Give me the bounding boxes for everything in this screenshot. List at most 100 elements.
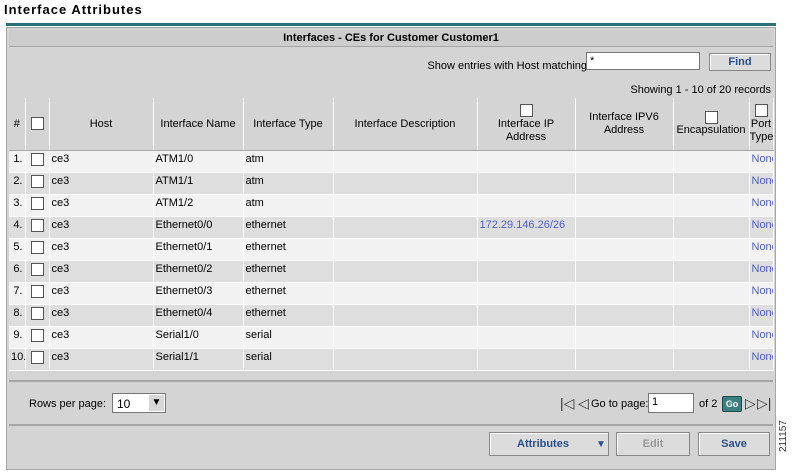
row-port-type[interactable]: None xyxy=(749,326,774,349)
row-checkbox xyxy=(25,194,50,217)
actions-row: Attributes ▼ Edit Save xyxy=(9,424,773,466)
row-interface-description xyxy=(333,150,478,173)
last-page-icon[interactable]: ▷| xyxy=(757,396,771,410)
row-interface-ip xyxy=(477,326,576,349)
filter-row: Show entries with Host matching * Find xyxy=(9,48,773,80)
row-encapsulation xyxy=(673,194,750,217)
previous-page-icon[interactable]: ◁ xyxy=(578,396,589,410)
go-button[interactable]: Go xyxy=(722,396,742,412)
col-header-interface-type[interactable]: Interface Type xyxy=(243,98,334,151)
row-port-type[interactable]: None xyxy=(749,260,774,283)
attributes-button[interactable]: Attributes ▼ xyxy=(489,432,609,456)
row-port-type[interactable]: None xyxy=(749,282,774,305)
row-interface-description xyxy=(333,238,478,261)
row-port-type[interactable]: None xyxy=(749,150,774,173)
table-row: 3. ce3ATM1/2atm None xyxy=(9,194,774,217)
row-interface-type: atm xyxy=(243,172,334,195)
row-interface-ip xyxy=(477,172,576,195)
row-interface-ip xyxy=(477,348,576,371)
table-row: 2. ce3ATM1/1atm None xyxy=(9,172,774,195)
row-interface-ipv6 xyxy=(575,150,674,173)
row-select-checkbox[interactable] xyxy=(30,175,44,188)
row-interface-name: Ethernet0/1 xyxy=(153,238,244,261)
row-select-checkbox[interactable] xyxy=(30,197,44,210)
row-select-checkbox[interactable] xyxy=(30,153,44,166)
row-select-checkbox[interactable] xyxy=(30,263,44,276)
row-interface-description xyxy=(333,304,478,327)
row-interface-name: Ethernet0/0 xyxy=(153,216,244,239)
encapsulation-column-checkbox[interactable] xyxy=(704,110,718,124)
find-button[interactable]: Find xyxy=(709,53,771,71)
row-number: 4. xyxy=(9,216,26,239)
interfaces-table: # Host Interface Name Interface Type Int… xyxy=(9,98,774,371)
row-interface-ip xyxy=(477,238,576,261)
col-header-interface-name[interactable]: Interface Name xyxy=(153,98,244,151)
row-port-type[interactable]: None xyxy=(749,238,774,261)
row-encapsulation xyxy=(673,260,750,283)
table-row: 1. ce3ATM1/0atm None xyxy=(9,150,774,173)
row-select-checkbox[interactable] xyxy=(30,219,44,232)
row-interface-name: Ethernet0/3 xyxy=(153,282,244,305)
encapsulation-label[interactable]: Encapsulation xyxy=(676,124,745,136)
page-number-input[interactable]: 1 xyxy=(648,393,694,413)
table-row: 7. ce3Ethernet0/3ethernet None xyxy=(9,282,774,305)
chevron-down-icon[interactable]: ▼ xyxy=(149,395,164,411)
row-host: ce3 xyxy=(49,282,154,305)
port-type-column-checkbox[interactable] xyxy=(754,104,768,118)
row-interface-type: ethernet xyxy=(243,216,334,239)
row-encapsulation xyxy=(673,216,750,239)
row-interface-type: serial xyxy=(243,348,334,371)
row-interface-description xyxy=(333,348,478,371)
row-interface-ip xyxy=(477,304,576,327)
row-encapsulation xyxy=(673,326,750,349)
row-interface-ip[interactable]: 172.29.146.26/26 xyxy=(477,216,576,239)
row-interface-name: Serial1/1 xyxy=(153,348,244,371)
row-port-type[interactable]: None xyxy=(749,304,774,327)
ip-column-checkbox[interactable] xyxy=(519,104,533,118)
col-header-interface-description[interactable]: Interface Description xyxy=(333,98,478,151)
row-interface-type: atm xyxy=(243,194,334,217)
save-button[interactable]: Save xyxy=(698,432,770,456)
row-port-type[interactable]: None xyxy=(749,216,774,239)
chevron-down-icon[interactable]: ▼ xyxy=(594,433,608,455)
host-filter-input[interactable]: * xyxy=(586,52,700,70)
col-header-host[interactable]: Host xyxy=(49,98,154,151)
row-encapsulation xyxy=(673,282,750,305)
table-row: 5. ce3Ethernet0/1ethernet None xyxy=(9,238,774,261)
row-port-type[interactable]: None xyxy=(749,194,774,217)
row-select-checkbox[interactable] xyxy=(30,285,44,298)
go-to-page-label: Go to page: xyxy=(591,398,649,410)
table-row: 10. ce3Serial1/1serial None xyxy=(9,348,774,371)
row-port-type[interactable]: None xyxy=(749,348,774,371)
row-interface-description xyxy=(333,260,478,283)
row-interface-description xyxy=(333,216,478,239)
row-encapsulation xyxy=(673,304,750,327)
table-row: 4. ce3 Ethernet0/0 ethernet 172.29.146.26/26… xyxy=(9,216,774,239)
row-interface-ip xyxy=(477,260,576,283)
select-all-checkbox[interactable] xyxy=(30,117,44,131)
interface-ip-label[interactable]: Interface IP Address xyxy=(498,118,554,143)
rows-per-page-select[interactable]: 10 ▼ xyxy=(112,393,166,413)
rows-per-page-value: 10 xyxy=(117,397,131,411)
row-port-type[interactable]: None xyxy=(749,172,774,195)
col-header-interface-ipv6[interactable]: Interface IPV6 Address xyxy=(575,98,674,151)
port-type-label[interactable]: Port Type xyxy=(750,118,774,143)
row-host: ce3 xyxy=(49,260,154,283)
row-host: ce3 xyxy=(49,304,154,327)
next-page-icon[interactable]: ▷ xyxy=(745,396,756,410)
table-row: 9. ce3Serial1/0serial None xyxy=(9,326,774,349)
row-checkbox xyxy=(25,216,50,239)
row-select-checkbox[interactable] xyxy=(30,307,44,320)
row-interface-type: ethernet xyxy=(243,260,334,283)
first-page-icon[interactable]: |◁ xyxy=(560,396,574,410)
col-header-encapsulation: Encapsulation xyxy=(673,98,750,151)
row-host: ce3 xyxy=(49,238,154,261)
row-select-checkbox[interactable] xyxy=(30,329,44,342)
row-select-checkbox[interactable] xyxy=(30,241,44,254)
row-interface-ipv6 xyxy=(575,238,674,261)
row-interface-type: atm xyxy=(243,150,334,173)
row-checkbox xyxy=(25,150,50,173)
host-filter-label: Show entries with Host matching xyxy=(427,60,587,72)
row-checkbox xyxy=(25,348,50,371)
row-select-checkbox[interactable] xyxy=(30,351,44,364)
